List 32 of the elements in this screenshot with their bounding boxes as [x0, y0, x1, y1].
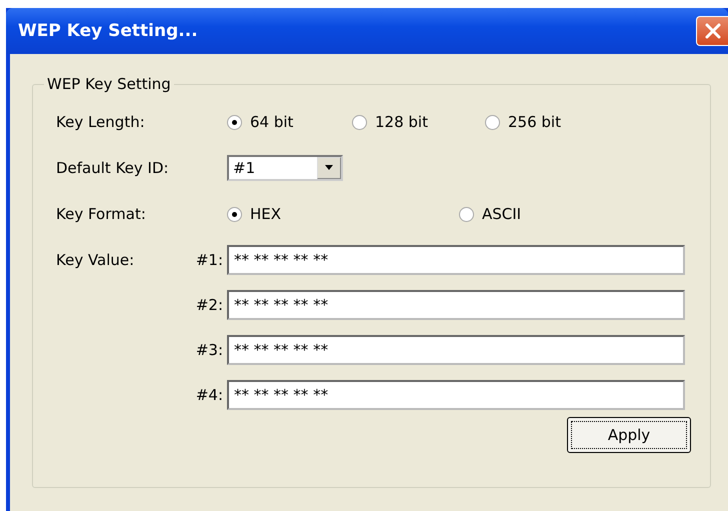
- radio-label: HEX: [250, 205, 282, 223]
- radio-button[interactable]: [227, 114, 242, 130]
- close-button[interactable]: [696, 16, 728, 46]
- key-number-label: #3:: [194, 340, 224, 358]
- key-value-field[interactable]: ** ** ** ** **: [227, 334, 685, 364]
- radio-label: ASCII: [482, 205, 522, 223]
- radio-label: 256 bit: [508, 113, 561, 131]
- key-value-field[interactable]: ** ** ** ** **: [227, 244, 685, 274]
- key-id-dropdown[interactable]: #1: [227, 155, 343, 181]
- radio-label: 128 bit: [375, 113, 428, 131]
- radio-option[interactable]: 256 bit: [485, 113, 610, 131]
- key-number-label: #1:: [194, 250, 224, 268]
- field-label: Default Key ID:: [56, 159, 170, 177]
- key-number-label: #4:: [194, 386, 224, 404]
- radio-button[interactable]: [459, 206, 474, 222]
- window-title: WEP Key Setting...: [18, 21, 199, 41]
- radio-option[interactable]: 64 bit: [227, 113, 352, 131]
- key-value-field[interactable]: ** ** ** ** **: [227, 380, 685, 410]
- radio-button[interactable]: [485, 114, 500, 130]
- radio-button[interactable]: [352, 114, 367, 130]
- key-number-label: #2:: [194, 296, 224, 314]
- apply-button[interactable]: Apply: [567, 417, 691, 453]
- field-label: Key Length:: [56, 113, 146, 131]
- field-label: Key Format:: [56, 205, 147, 223]
- radio-option[interactable]: ASCII: [459, 205, 691, 223]
- field-label: Key Value:: [56, 250, 134, 268]
- group-legend: WEP Key Setting: [44, 75, 174, 93]
- radio-option[interactable]: 128 bit: [352, 113, 485, 131]
- radio-label: 64 bit: [250, 113, 294, 131]
- radio-option[interactable]: HEX: [227, 205, 459, 223]
- key-value-field[interactable]: ** ** ** ** **: [227, 290, 685, 320]
- radio-button[interactable]: [227, 206, 242, 222]
